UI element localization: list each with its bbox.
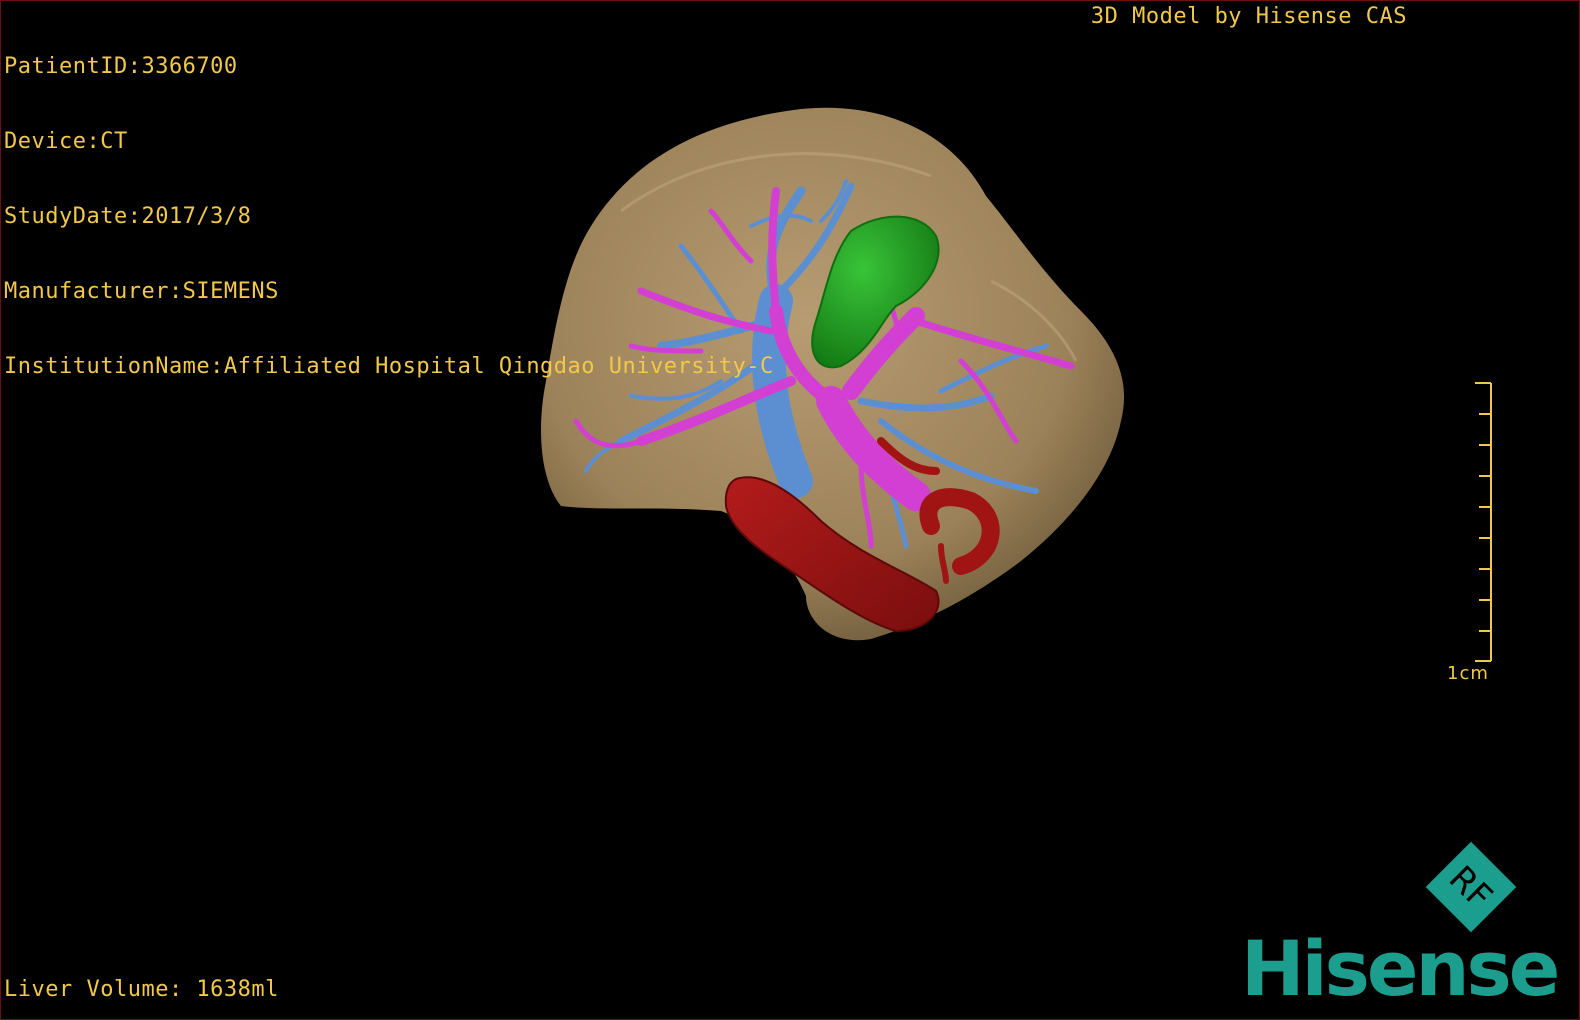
dicom-info-overlay: PatientID:3366700 Device:CT StudyDate:20…	[4, 4, 774, 429]
3d-viewport[interactable]: PatientID:3366700 Device:CT StudyDate:20…	[0, 0, 1580, 1020]
scale-bar	[1475, 382, 1492, 662]
liver-volume-text: Liver Volume: 1638ml	[4, 977, 279, 1002]
rf-logo-icon: RF	[1425, 841, 1517, 933]
scale-label: 1cm	[1447, 663, 1489, 684]
manufacturer-text: Manufacturer:SIEMENS	[4, 279, 279, 304]
model-caption: 3D Model by Hisense CAS	[1090, 4, 1407, 29]
institution-text: InstitutionName:Affiliated Hospital Qing…	[4, 354, 774, 379]
hisense-logo-text: Hisense	[1241, 924, 1560, 1013]
study-date-text: StudyDate:2017/3/8	[4, 204, 252, 229]
device-text: Device:CT	[4, 129, 128, 154]
patient-id-text: PatientID:3366700	[4, 54, 238, 79]
